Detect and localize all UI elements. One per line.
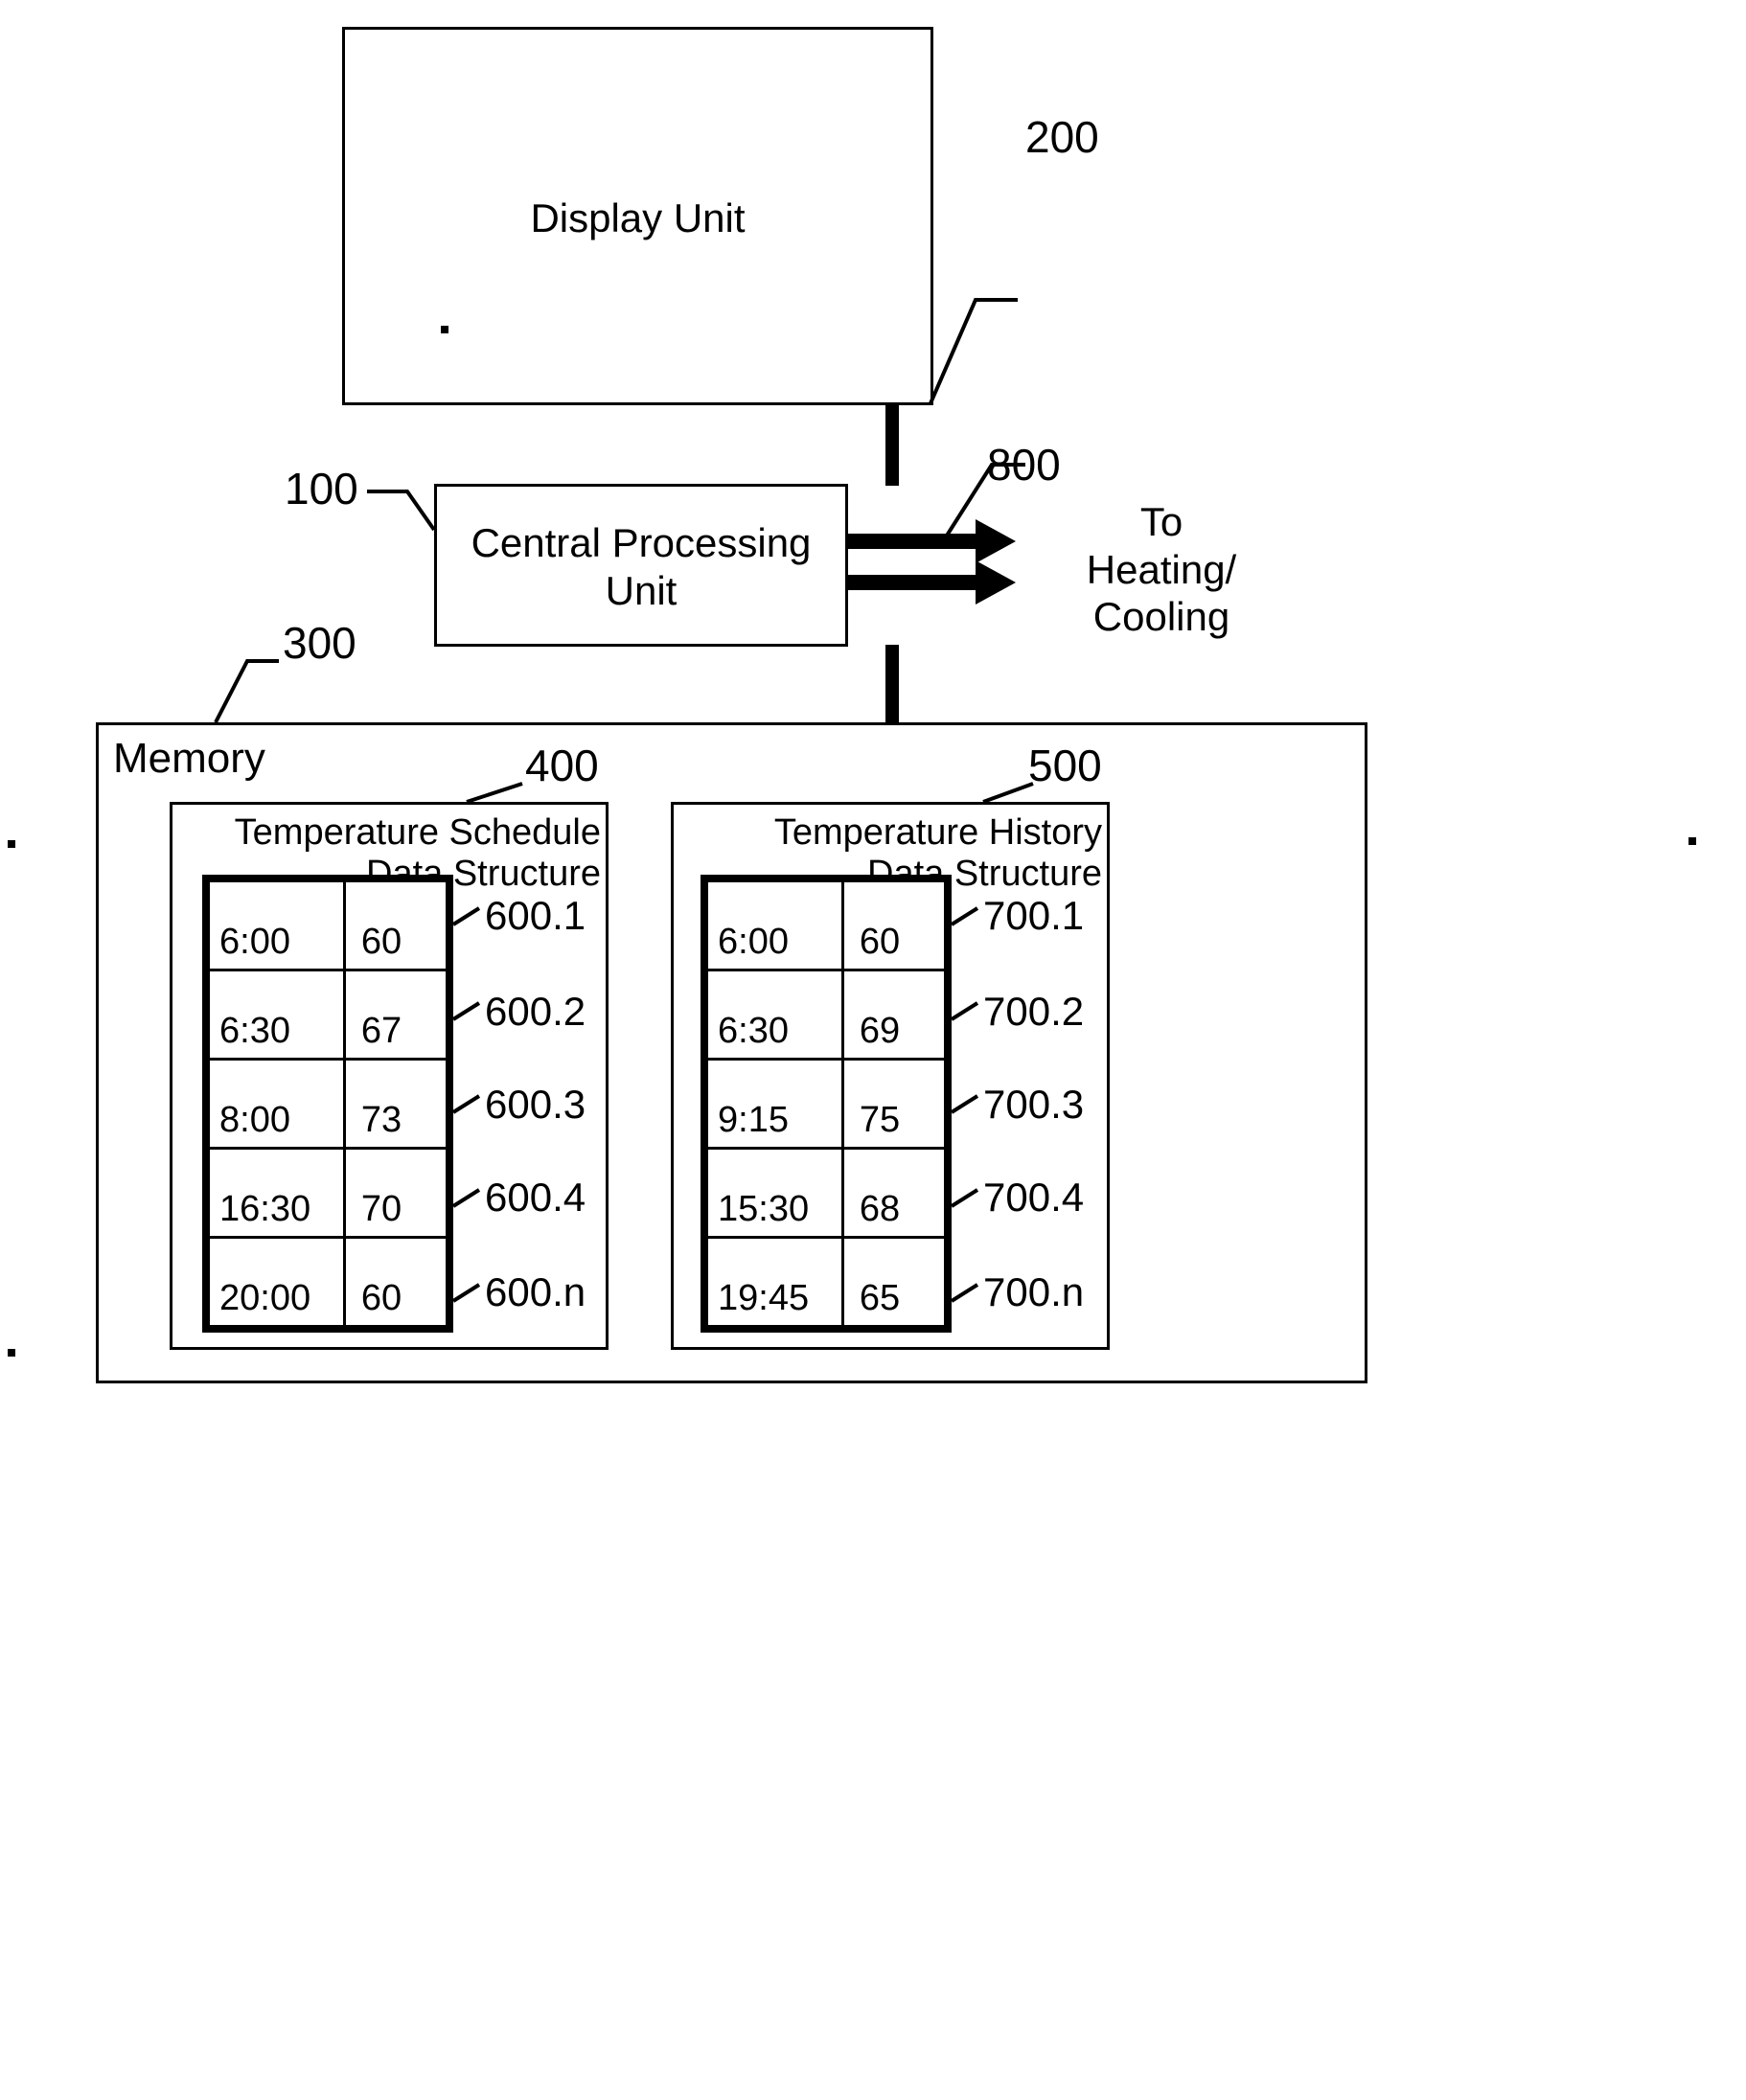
bus-display-to-cpu	[885, 403, 899, 486]
history-table: 6:00 60 6:30 69 9:15 75 15:30 68 19:45 6…	[701, 875, 952, 1333]
ref-number-200: 200	[1025, 112, 1099, 162]
ref-number-300: 300	[283, 618, 356, 668]
history-time-cell: 9:15	[705, 1058, 844, 1150]
ref-number-400: 400	[525, 741, 599, 790]
leader-line-200	[929, 298, 1018, 404]
display-unit-label: Display Unit	[530, 195, 746, 240]
table-row: 6:30 69	[705, 969, 948, 1061]
heating-cooling-destination-label: To Heating/ Cooling	[1086, 499, 1237, 640]
leader-line-100	[367, 490, 436, 532]
schedule-time-cell: 20:00	[207, 1236, 346, 1328]
history-temp-cell: 69	[840, 969, 948, 1061]
table-row: 9:15 75	[705, 1058, 948, 1150]
schedule-temp-cell: 60	[342, 879, 449, 971]
output-arrow-upper	[848, 519, 1016, 563]
table-row: 20:00 60	[207, 1236, 449, 1328]
history-time-cell: 6:30	[705, 969, 844, 1061]
ref-number-500: 500	[1028, 741, 1102, 790]
history-temp-cell: 68	[840, 1147, 948, 1239]
schedule-temp-cell: 67	[342, 969, 449, 1061]
history-temp-cell: 60	[840, 879, 948, 971]
table-row: 6:30 67	[207, 969, 449, 1061]
patent-figure-block-diagram: Display Unit 200 Central Processing Unit…	[0, 0, 1746, 2100]
schedule-temp-cell: 70	[342, 1147, 449, 1239]
ref-number-700-1: 700.1	[983, 893, 1085, 938]
leader-line-300	[214, 659, 279, 723]
output-arrow-lower	[848, 560, 1016, 605]
history-time-cell: 6:00	[705, 879, 844, 971]
table-row: 19:45 65	[705, 1236, 948, 1328]
table-row: 15:30 68	[705, 1147, 948, 1239]
schedule-table: 6:00 60 6:30 67 8:00 73 16:30 70 20:00 6…	[202, 875, 453, 1333]
schedule-temp-cell: 60	[342, 1236, 449, 1328]
memory-title: Memory	[113, 735, 265, 782]
ref-number-600-3: 600.3	[485, 1082, 586, 1127]
ref-number-600-4: 600.4	[485, 1175, 586, 1220]
history-time-cell: 15:30	[705, 1147, 844, 1239]
ref-number-600-1: 600.1	[485, 893, 586, 938]
ref-number-700-n: 700.n	[983, 1269, 1085, 1314]
table-row: 8:00 73	[207, 1058, 449, 1150]
ref-number-600-n: 600.n	[485, 1269, 586, 1314]
table-row: 6:00 60	[207, 879, 449, 971]
table-row: 6:00 60	[705, 879, 948, 971]
schedule-temp-cell: 73	[342, 1058, 449, 1150]
ref-number-100: 100	[285, 464, 358, 514]
bus-cpu-to-memory	[885, 645, 899, 725]
ref-number-800: 800	[987, 440, 1061, 490]
schedule-time-cell: 16:30	[207, 1147, 346, 1239]
ref-number-700-4: 700.4	[983, 1175, 1085, 1220]
schedule-time-cell: 8:00	[207, 1058, 346, 1150]
ref-number-600-2: 600.2	[485, 989, 586, 1034]
ref-number-700-3: 700.3	[983, 1082, 1085, 1127]
history-time-cell: 19:45	[705, 1236, 844, 1328]
ref-number-700-2: 700.2	[983, 989, 1085, 1034]
schedule-time-cell: 6:30	[207, 969, 346, 1061]
table-row: 16:30 70	[207, 1147, 449, 1239]
cpu-label: Central Processing Unit	[471, 520, 812, 613]
schedule-time-cell: 6:00	[207, 879, 346, 971]
history-temp-cell: 75	[840, 1058, 948, 1150]
history-temp-cell: 65	[840, 1236, 948, 1328]
